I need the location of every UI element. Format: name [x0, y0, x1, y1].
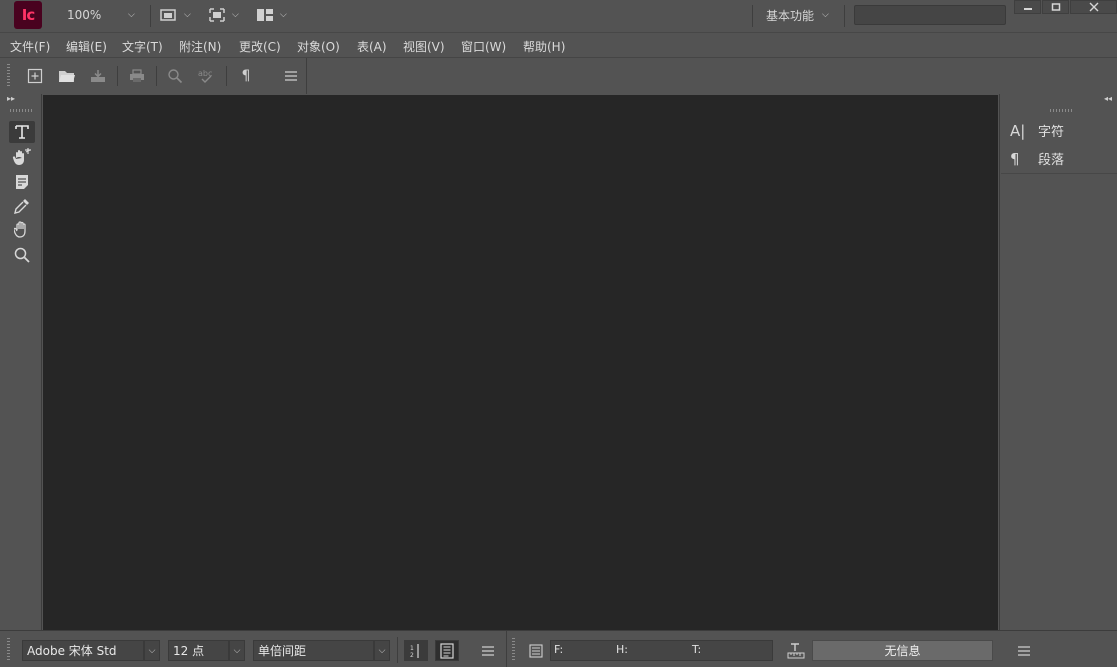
note-tool-icon[interactable] — [9, 171, 35, 193]
app-logo: Ic — [14, 1, 42, 29]
character-icon: A| — [1010, 121, 1026, 140]
find-icon[interactable] — [164, 66, 186, 86]
arrange-documents-icon[interactable] — [254, 6, 276, 24]
separator — [506, 631, 507, 667]
copyfit-icon[interactable] — [524, 640, 548, 661]
menu-object[interactable]: 对象(O) — [297, 38, 340, 55]
svg-text:1: 1 — [410, 645, 414, 652]
screen-mode-chevron-icon[interactable]: ⌵ — [232, 10, 239, 20]
spellcheck-icon[interactable]: abc — [196, 66, 218, 86]
paragraph-icon: ¶ — [1010, 149, 1020, 168]
svg-text:2: 2 — [410, 652, 414, 659]
story-view-icon[interactable] — [435, 640, 459, 661]
panel-grip[interactable] — [10, 109, 32, 112]
line-spacing-chevron-icon[interactable]: ⌵ — [374, 640, 390, 661]
save-icon[interactable] — [87, 66, 109, 86]
menu-file[interactable]: 文件(F) — [10, 38, 50, 55]
menu-bar: 文件(F) 编辑(E) 文字(T) 附注(N) 更改(C) 对象(O) 表(A)… — [0, 32, 1117, 58]
position-tool-icon[interactable] — [9, 146, 35, 168]
view-mode-chevron-icon[interactable]: ⌵ — [184, 10, 191, 20]
zoom-dropdown-chevron-icon[interactable]: ⌵ — [128, 10, 135, 20]
incopy-window: Ic 100% ⌵ ⌵ ⌵ ⌵ 基本功能 ⌵ 文件(F) 编辑(E) 文字(T)… — [0, 0, 1117, 667]
minimize-button[interactable] — [1014, 0, 1041, 14]
t-label: T: — [692, 643, 702, 656]
separator — [150, 5, 151, 27]
menu-help[interactable]: 帮助(H) — [523, 38, 565, 55]
separator — [397, 637, 398, 663]
close-button[interactable] — [1070, 0, 1117, 14]
panels-dock: ◂◂ A| 字符 ¶ 段落 — [999, 94, 1117, 630]
paragraph-label: 段落 — [1038, 153, 1065, 168]
menu-table[interactable]: 表(A) — [357, 38, 387, 55]
separator — [226, 66, 227, 86]
control-bar: abc ¶ — [0, 58, 1117, 94]
info-display: 无信息 — [812, 640, 993, 661]
zoom-tool-icon[interactable] — [9, 244, 35, 266]
separator — [752, 5, 753, 27]
font-family-field[interactable]: Adobe 宋体 Std — [22, 640, 144, 661]
panel-grip[interactable] — [1050, 109, 1072, 112]
font-size-field[interactable]: 12 点 — [168, 640, 229, 661]
document-canvas[interactable] — [43, 95, 998, 630]
panel-grip[interactable] — [7, 64, 10, 88]
tools-panel: ▸▸ — [0, 94, 42, 630]
panel-menu-icon[interactable] — [476, 640, 500, 661]
help-search-input[interactable] — [854, 5, 1006, 25]
menu-edit[interactable]: 编辑(E) — [66, 38, 107, 55]
workspace-chevron-icon[interactable]: ⌵ — [822, 10, 829, 20]
control-panel: abc ¶ — [0, 58, 307, 94]
font-size-chevron-icon[interactable]: ⌵ — [229, 640, 245, 661]
expand-panel-icon[interactable]: ▸▸ — [7, 94, 15, 103]
open-icon[interactable] — [56, 66, 78, 86]
view-mode-icon[interactable] — [158, 6, 180, 24]
h-label: H: — [616, 643, 628, 656]
title-bar: Ic 100% ⌵ ⌵ ⌵ ⌵ 基本功能 ⌵ — [0, 0, 1117, 32]
line-numbers-icon[interactable]: 12 — [404, 640, 428, 661]
maximize-button[interactable] — [1042, 0, 1069, 14]
line-spacing-field[interactable]: 单倍间距 — [253, 640, 374, 661]
character-panel-button[interactable]: A| 字符 — [1010, 121, 1065, 141]
panel-menu-icon[interactable] — [280, 66, 302, 86]
new-document-icon[interactable] — [24, 66, 46, 86]
character-label: 字符 — [1038, 125, 1065, 140]
panel-menu-icon[interactable] — [1012, 640, 1036, 661]
paragraph-panel-button[interactable]: ¶ 段落 — [1010, 149, 1065, 169]
separator — [844, 5, 845, 27]
arrange-chevron-icon[interactable]: ⌵ — [280, 10, 287, 20]
menu-notes[interactable]: 附注(N) — [179, 38, 221, 55]
eyedropper-tool-icon[interactable] — [9, 195, 35, 217]
collapse-panel-icon[interactable]: ◂◂ — [1104, 94, 1112, 103]
screen-mode-icon[interactable] — [206, 6, 228, 24]
menu-changes[interactable]: 更改(C) — [239, 38, 281, 55]
menu-type[interactable]: 文字(T) — [122, 38, 163, 55]
bottom-control-bar: Adobe 宋体 Std ⌵ 12 点 ⌵ 单倍间距 ⌵ 12 F: H: T:… — [0, 630, 1117, 667]
zoom-value[interactable]: 100% — [67, 8, 101, 22]
menu-window[interactable]: 窗口(W) — [461, 38, 506, 55]
type-tool-icon[interactable] — [9, 121, 35, 143]
menu-view[interactable]: 视图(V) — [403, 38, 445, 55]
separator — [117, 66, 118, 86]
panel-grip[interactable] — [512, 638, 515, 662]
type-ruler-icon[interactable] — [784, 640, 808, 661]
font-family-chevron-icon[interactable]: ⌵ — [144, 640, 160, 661]
hand-tool-icon[interactable] — [9, 219, 35, 241]
workspace-switcher[interactable]: 基本功能 — [766, 7, 814, 24]
f-label: F: — [554, 643, 564, 656]
panel-grip[interactable] — [7, 638, 10, 662]
separator — [156, 66, 157, 86]
copyfit-info-field — [550, 640, 773, 661]
print-icon[interactable] — [126, 66, 148, 86]
pilcrow-icon[interactable]: ¶ — [235, 66, 257, 86]
